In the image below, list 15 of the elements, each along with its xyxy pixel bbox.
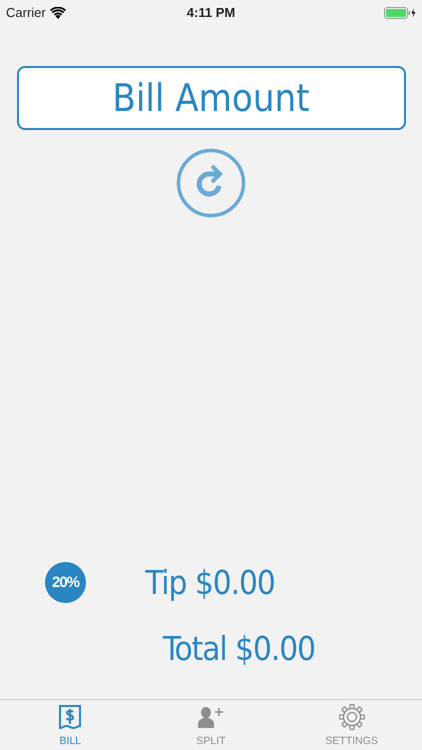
tab[interactable]: SETTINGS (281, 700, 422, 750)
wifi-icon (50, 6, 66, 18)
tip-amount: Tip $0.00 (145, 562, 275, 604)
refresh-icon[interactable] (176, 148, 246, 218)
tip-percent-button[interactable]: 20% (45, 562, 86, 604)
tab[interactable]: BILL (0, 700, 141, 750)
receipt-icon (57, 704, 84, 730)
settings-icon (338, 704, 365, 730)
add-person-icon (197, 704, 225, 730)
tab[interactable]: SPLIT (140, 700, 282, 750)
bill-amount-field[interactable]: Bill Amount (16, 66, 406, 130)
battery-icon (384, 6, 416, 18)
total-amount: Total $0.00 (162, 628, 316, 670)
status-time: 4:11 PM (186, 4, 236, 22)
carrier-label: Carrier (6, 4, 46, 22)
